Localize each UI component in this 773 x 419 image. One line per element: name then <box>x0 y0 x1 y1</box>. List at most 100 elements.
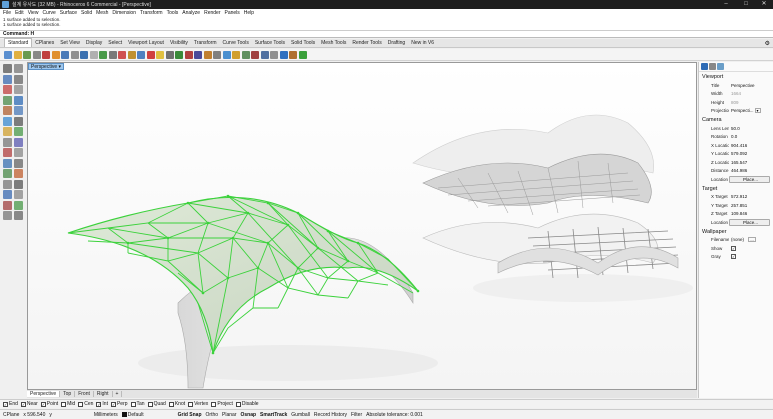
toolbar-tool-icon[interactable] <box>137 50 145 59</box>
osnap-quad[interactable]: Quad <box>147 401 166 407</box>
toolbar-tool-icon[interactable] <box>127 50 136 59</box>
tab-display[interactable]: Display <box>83 39 105 47</box>
left-tool-icon[interactable] <box>3 190 12 199</box>
left-tool-icon[interactable] <box>3 106 12 115</box>
viewport-properties-icon[interactable] <box>701 63 708 70</box>
close-icon[interactable]: ✕ <box>754 0 773 9</box>
gear-icon[interactable]: ⚙ <box>765 40 770 47</box>
osnap-checkbox[interactable] <box>235 401 241 407</box>
layer-indicator[interactable]: Default <box>121 412 144 418</box>
osnap-checkbox[interactable]: ✓ <box>3 401 8 407</box>
menu-item-help[interactable]: Help <box>244 10 254 16</box>
menu-item-solid[interactable]: Solid <box>81 10 92 16</box>
toolbar-tool-icon[interactable] <box>222 50 231 59</box>
checkbox[interactable]: ✓ <box>731 254 736 260</box>
menu-item-render[interactable]: Render <box>204 10 220 16</box>
menu-item-panels[interactable]: Panels <box>225 10 240 16</box>
render-properties-icon[interactable] <box>717 63 724 70</box>
toolbar-tool-icon[interactable] <box>289 50 297 59</box>
osnap-disable[interactable]: Disable <box>235 401 259 407</box>
left-tool-icon[interactable] <box>3 158 12 168</box>
property-checkbox[interactable]: ✓ <box>729 254 773 260</box>
left-tool-icon[interactable] <box>13 85 23 94</box>
osnap-checkbox[interactable]: ✓ <box>20 401 26 407</box>
toolbar-tool-icon[interactable] <box>32 50 41 59</box>
menu-item-view[interactable]: View <box>28 10 39 16</box>
osnap-perp[interactable]: ✓ Perp <box>110 401 128 407</box>
tab-viewport-layout[interactable]: Viewport Layout <box>125 39 167 47</box>
osnap-knot[interactable]: Knot <box>168 401 185 407</box>
toolbar-tool-icon[interactable] <box>232 50 240 59</box>
left-tool-icon[interactable] <box>13 169 23 178</box>
place-button[interactable]: Place... <box>729 218 770 226</box>
tab-solid-tools[interactable]: Solid Tools <box>288 39 318 47</box>
menu-item-file[interactable]: File <box>3 10 11 16</box>
property-value[interactable]: 0.0 <box>729 134 773 139</box>
osnap-point[interactable]: ✓ Point <box>40 401 58 407</box>
property-value[interactable]: 109.846 <box>729 211 773 216</box>
left-tool-icon[interactable] <box>13 137 23 147</box>
toolbar-tool-icon[interactable] <box>156 50 164 59</box>
menu-item-surface[interactable]: Surface <box>60 10 77 16</box>
toolbar-tool-icon[interactable] <box>260 50 269 59</box>
left-tool-icon[interactable] <box>3 137 12 147</box>
command-input[interactable]: H <box>31 31 35 37</box>
place-button[interactable]: Place... <box>729 175 770 183</box>
tab-surface-tools[interactable]: Surface Tools <box>252 39 288 47</box>
menu-item-edit[interactable]: Edit <box>15 10 24 16</box>
tab-right[interactable]: Right <box>94 391 113 397</box>
property-value[interactable]: (none)... <box>729 237 773 243</box>
minimize-icon[interactable]: – <box>716 0 736 9</box>
toolbar-tool-icon[interactable] <box>80 50 88 59</box>
tab-standard[interactable]: Standard <box>4 38 33 47</box>
toolbar-tool-icon[interactable] <box>13 50 22 59</box>
planar-toggle[interactable]: Planar <box>222 412 236 418</box>
toolbar-tool-icon[interactable] <box>146 50 155 59</box>
left-tool-icon[interactable] <box>13 179 23 189</box>
toolbar-tool-icon[interactable] <box>279 50 288 59</box>
property-value[interactable]: 257.851 <box>729 203 773 208</box>
ortho-toggle[interactable]: Ortho <box>206 412 219 418</box>
toolbar-tool-icon[interactable] <box>70 50 79 59</box>
left-tool-icon[interactable] <box>3 179 12 189</box>
osnap-checkbox[interactable] <box>168 401 174 407</box>
left-tool-icon[interactable] <box>3 116 12 126</box>
osnap-int[interactable]: ✓ Int <box>96 401 108 407</box>
left-tool-icon[interactable] <box>3 211 12 220</box>
record-history-toggle[interactable]: Record History <box>314 412 347 418</box>
toolbar-tool-icon[interactable] <box>203 50 212 59</box>
osnap-vertex[interactable]: Vertex <box>188 401 208 407</box>
menu-item-curve[interactable]: Curve <box>42 10 55 16</box>
chevron-down-icon[interactable]: ▾ <box>59 64 62 70</box>
left-tool-icon[interactable] <box>13 148 23 157</box>
left-tool-icon[interactable] <box>13 190 23 199</box>
toolbar-tool-icon[interactable] <box>4 50 12 59</box>
tab-top[interactable]: Top <box>60 391 76 397</box>
toolbar-tool-icon[interactable] <box>108 50 117 59</box>
smarttrack-toggle[interactable]: SmartTrack <box>260 412 287 418</box>
toolbar-tool-icon[interactable] <box>194 50 202 59</box>
tab-cplanes[interactable]: CPlanes <box>32 39 57 47</box>
browse-button[interactable]: ... <box>748 237 757 243</box>
toolbar-tool-icon[interactable] <box>61 50 69 59</box>
osnap-checkbox[interactable]: ✓ <box>110 401 116 407</box>
command-line[interactable]: Command: H <box>0 31 773 38</box>
osnap-checkbox[interactable] <box>130 401 136 407</box>
toolbar-tool-icon[interactable] <box>51 50 60 59</box>
left-tool-icon[interactable] <box>3 169 12 178</box>
units-label[interactable]: Millimeters <box>94 412 118 418</box>
left-tool-icon[interactable] <box>13 211 23 220</box>
toolbar-tool-icon[interactable] <box>23 50 31 59</box>
gumball-toggle[interactable]: Gumball <box>291 412 310 418</box>
tab-set-view[interactable]: Set View <box>57 39 83 47</box>
tab-drafting[interactable]: Drafting <box>385 39 409 47</box>
menu-item-mesh[interactable]: Mesh <box>96 10 108 16</box>
property-checkbox[interactable]: ✓ <box>729 245 773 251</box>
property-value[interactable]: 572.912 <box>729 194 773 199</box>
property-value[interactable]: 1664 <box>729 91 773 96</box>
toolbar-tool-icon[interactable] <box>89 50 98 59</box>
left-tool-icon[interactable] <box>3 200 12 210</box>
property-value[interactable]: Perspective <box>729 83 773 88</box>
property-value[interactable]: 464.986 <box>729 168 773 173</box>
left-tool-icon[interactable] <box>3 85 12 94</box>
